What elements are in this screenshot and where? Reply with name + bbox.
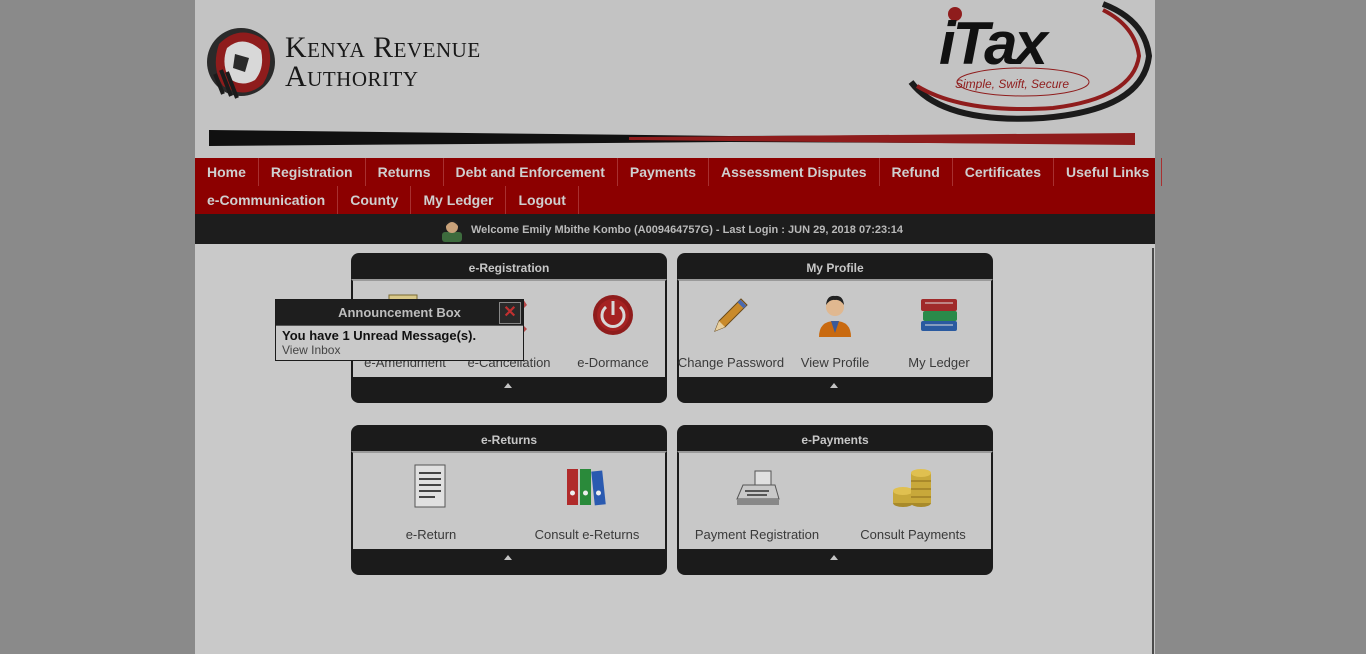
announcement-message: You have 1 Unread Message(s). [282,328,477,343]
tile-consult-payments[interactable]: Consult Payments [860,463,966,542]
content-divider-line [1152,248,1154,654]
nav-item-refund[interactable]: Refund [880,158,953,186]
announcement-title: Announcement Box ✕ [276,300,523,326]
nav-item-payments[interactable]: Payments [618,158,710,186]
caret-up-icon [830,555,838,560]
kra-name-line1: Kenya Revenue [285,31,481,64]
site-header: Kenya Revenue Authority iTax Simple, Swi… [195,0,1155,158]
tile-e-return[interactable]: e-Return [381,463,481,542]
binders-folders-icon [567,469,606,506]
itax-logo: iTax Simple, Swift, Secure [908,1,1153,122]
power-off-icon [593,295,633,335]
tile-label: e-Dormance [577,355,649,370]
nav-item-home[interactable]: Home [195,158,259,186]
announcement-box: Announcement Box ✕ You have 1 Unread Mes… [275,299,524,361]
itax-brand-text: iTax [939,10,1050,77]
welcome-bar: Welcome Emily Mbithe Kombo (A009464757G)… [195,214,1155,244]
panel-collapse-bar[interactable] [677,549,993,575]
return-form-icon [414,464,446,508]
tile-payment-registration[interactable]: Payment Registration [695,463,819,542]
nav-row-1: Home Registration Returns Debt and Enforcem… [195,158,1163,186]
tile-label: Consult Payments [860,527,966,542]
books-ledger-icon [921,299,957,331]
caret-up-icon [504,383,512,388]
caret-up-icon [830,383,838,388]
panel-e-returns: e-Returns e-Return Consult e-Returns [351,425,667,575]
nav-item-registration[interactable]: Registration [259,158,366,186]
nav-item-logout[interactable]: Logout [506,186,579,214]
caret-up-icon [504,555,512,560]
nav-item-certificates[interactable]: Certificates [953,158,1055,186]
tile-label: Payment Registration [694,527,820,542]
panel-my-profile: My Profile Change Password View Profile [677,253,993,403]
coins-stack-icon [893,469,931,507]
announcement-title-text: Announcement Box [338,305,461,320]
tile-label: View Profile [800,355,870,370]
nav-item-assessment-disputes[interactable]: Assessment Disputes [709,158,880,186]
kra-name-line2: Authority [285,60,419,93]
panel-collapse-bar[interactable] [351,377,667,403]
panel-collapse-bar[interactable] [351,549,667,575]
cash-register-icon [736,470,780,505]
tile-label: My Ledger [908,355,970,370]
tile-my-ledger[interactable]: My Ledger [889,291,989,370]
pencil-icon [714,298,748,332]
tile-label: Change Password [677,355,785,370]
tile-consult-e-returns[interactable]: Consult e-Returns [534,463,640,542]
kra-wordmark: Kenya Revenue Authority [285,31,481,93]
nav-item-useful-links[interactable]: Useful Links [1054,158,1163,186]
header-brush-stroke [209,130,1135,146]
kra-lion-logo-icon [207,28,275,99]
tile-change-password[interactable]: Change Password [677,291,785,370]
panel-collapse-bar[interactable] [677,377,993,403]
user-avatar-icon [442,220,462,242]
nav-item-returns[interactable]: Returns [366,158,444,186]
user-profile-icon [819,295,851,337]
panel-e-payments: e-Payments Payment Registration Consult … [677,425,993,575]
tile-label: Consult e-Returns [534,527,640,542]
view-inbox-link[interactable]: View Inbox [276,343,523,357]
welcome-text: Welcome Emily Mbithe Kombo (A009464757G)… [471,224,903,236]
panel-title: My Profile [677,253,993,279]
close-icon[interactable]: ✕ [499,302,521,324]
itax-tagline-text: Simple, Swift, Secure [955,77,1069,91]
tile-e-dormance[interactable]: e-Dormance [563,291,663,370]
panel-title: e-Payments [677,425,993,451]
nav-item-my-ledger[interactable]: My Ledger [411,186,507,214]
panel-title: e-Returns [351,425,667,451]
nav-row-2: e-Communication County My Ledger Logout [195,186,579,214]
main-nav: Home Registration Returns Debt and Enforcem… [195,158,1163,214]
nav-item-debt-and-enforcement[interactable]: Debt and Enforcement [444,158,618,186]
panel-title: e-Registration [351,253,667,279]
tile-label: e-Return [405,527,457,542]
tile-view-profile[interactable]: View Profile [785,291,885,370]
nav-item-county[interactable]: County [338,186,412,214]
nav-item-e-communication[interactable]: e-Communication [195,186,339,214]
